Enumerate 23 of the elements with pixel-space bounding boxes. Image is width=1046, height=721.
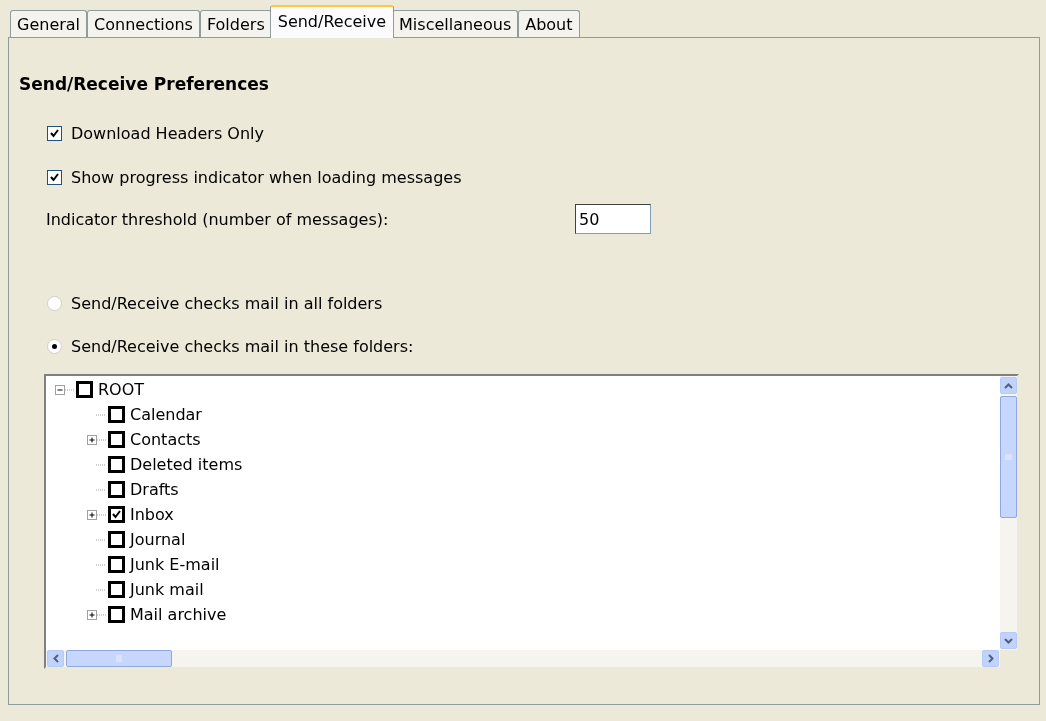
threshold-field[interactable]: 50 bbox=[575, 204, 651, 234]
tab[interactable]: General bbox=[10, 10, 88, 37]
radio-label: Send/Receive checks mail in these folders: bbox=[71, 336, 414, 356]
threshold-label: Indicator threshold (number of messages): bbox=[46, 209, 389, 229]
tree-item[interactable]: Junk E-mail bbox=[130, 555, 220, 574]
tree-item[interactable]: Deleted items bbox=[130, 455, 243, 474]
tree-item[interactable]: Junk mail bbox=[130, 580, 204, 599]
tab[interactable]: Folders bbox=[199, 10, 272, 37]
tab[interactable]: About bbox=[518, 10, 580, 37]
tree-item[interactable]: Mail archive bbox=[130, 605, 227, 624]
tree-item[interactable]: Journal bbox=[130, 530, 186, 549]
tree-item[interactable]: Inbox bbox=[130, 505, 174, 524]
radio-label: Send/Receive checks mail in all folders bbox=[71, 293, 383, 313]
tree-item[interactable]: ROOT bbox=[98, 380, 145, 399]
tree-item[interactable]: Calendar bbox=[130, 405, 202, 424]
tree-item[interactable]: Drafts bbox=[130, 480, 179, 499]
tab[interactable]: Connections bbox=[87, 10, 200, 37]
section-heading: Send/Receive Preferences bbox=[19, 74, 270, 94]
tab[interactable]: Miscellaneous bbox=[392, 10, 519, 37]
checkbox-label: Show progress indicator when loading messages bbox=[71, 167, 462, 187]
tab[interactable]: Send/Receive bbox=[269, 5, 395, 38]
tree-item[interactable]: Contacts bbox=[130, 430, 201, 449]
checkbox-label: Download Headers Only bbox=[71, 123, 264, 143]
